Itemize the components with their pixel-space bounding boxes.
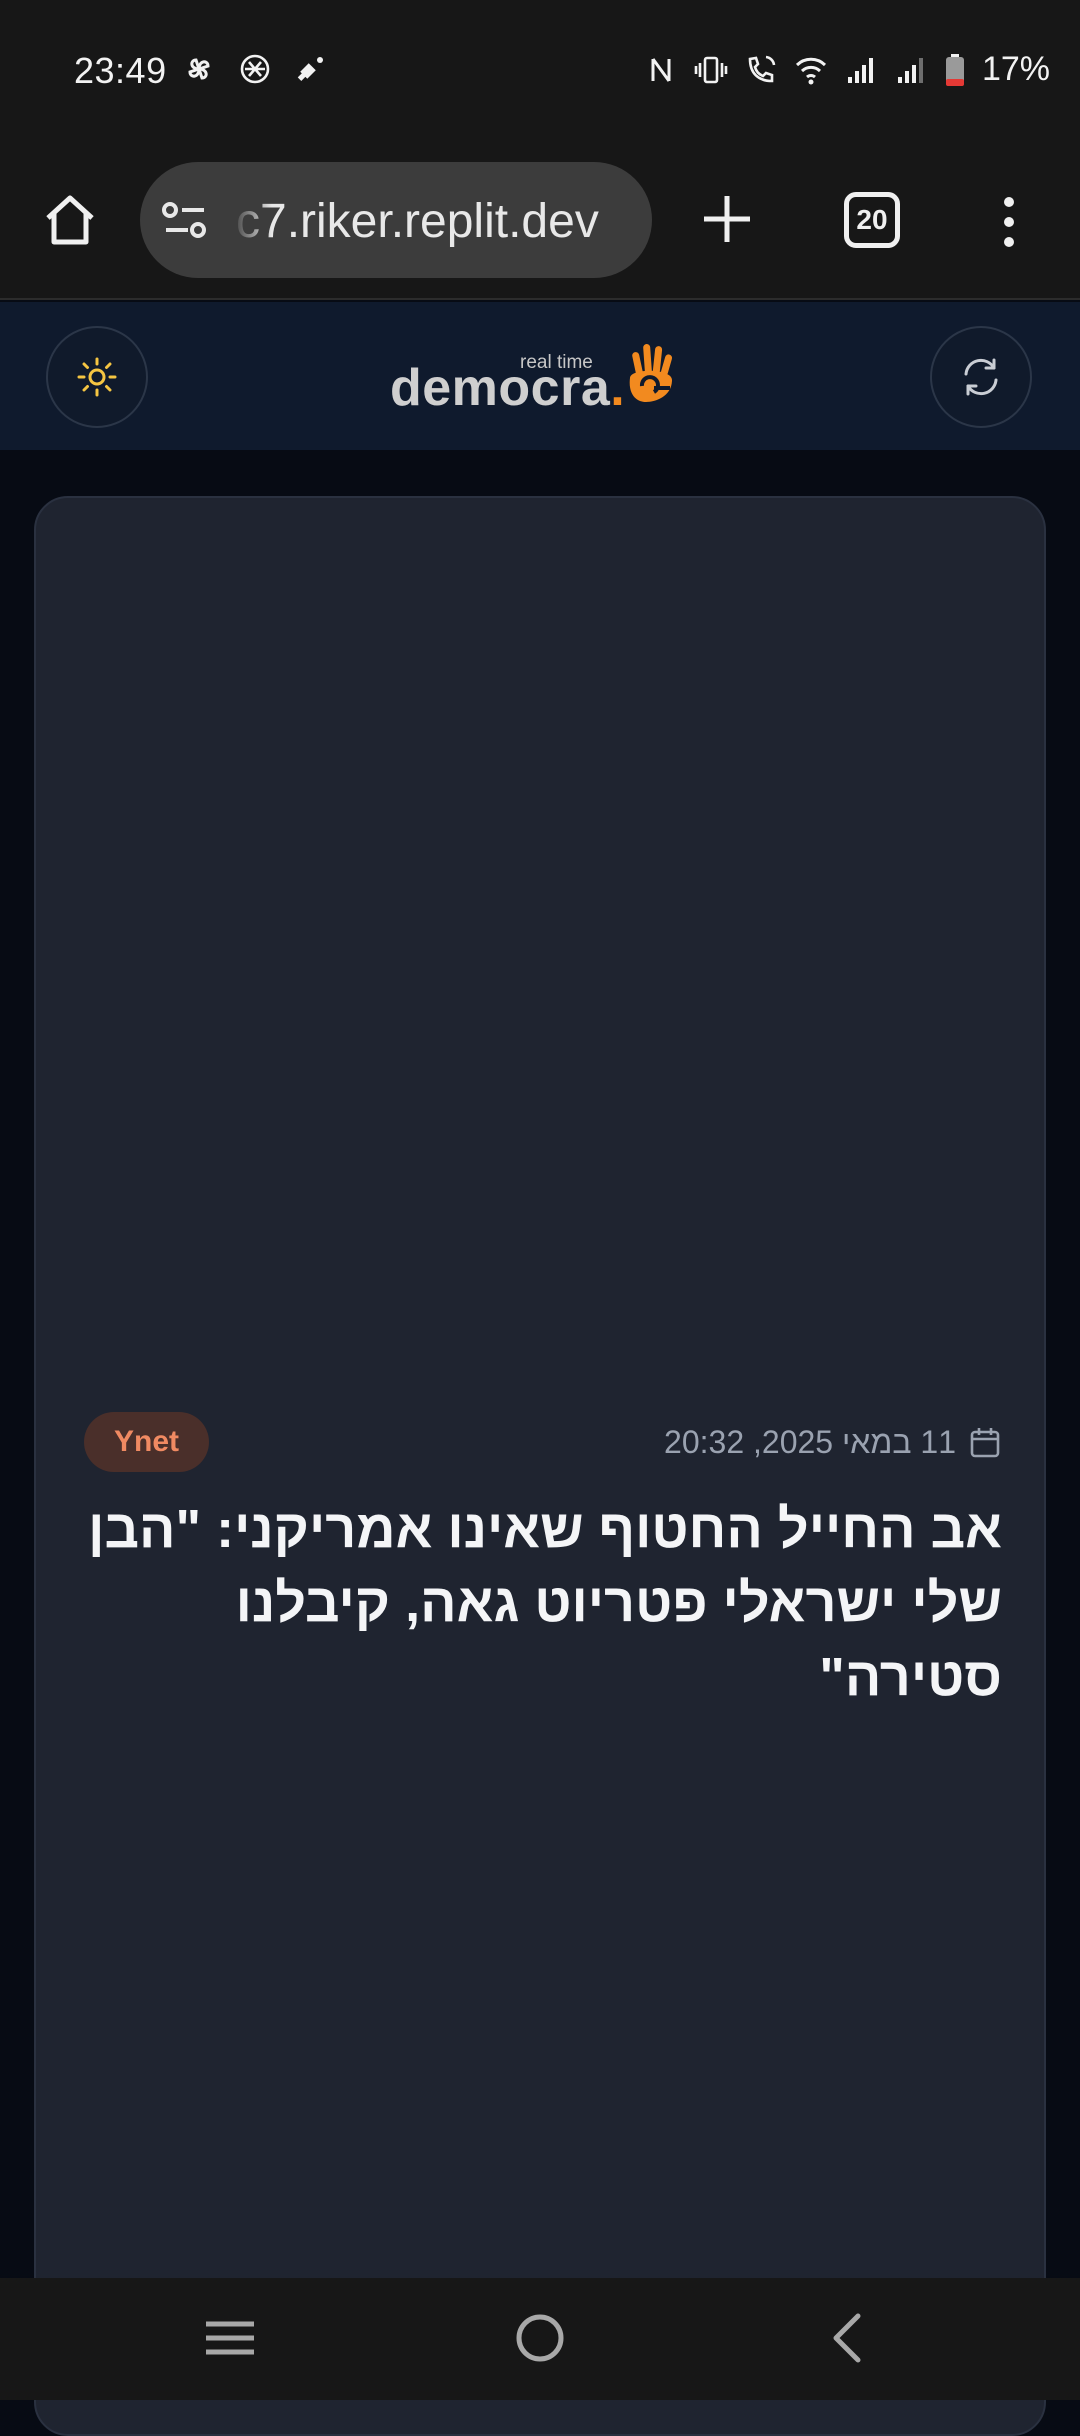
- signal-icon: [847, 57, 873, 83]
- system-nav-bar: [0, 2278, 1080, 2400]
- status-bar: 23:49 17%: [0, 0, 1080, 148]
- browser-toolbar: c7.riker.replit.dev 20: [0, 148, 1080, 300]
- system-icons: 17%: [644, 50, 1050, 89]
- back-icon[interactable]: [820, 2308, 880, 2368]
- refresh-icon: [964, 358, 998, 396]
- home-icon[interactable]: [40, 190, 100, 250]
- article-headline[interactable]: אב החייל החטוף שאינו אמריקני: "הבן שלי י…: [84, 1492, 1002, 1714]
- openai-icon: [240, 54, 270, 84]
- date-text: 11 במאי 2025, 20:32: [664, 1424, 956, 1460]
- signal-icon: [897, 57, 923, 83]
- hand-logo-icon: [629, 343, 673, 402]
- recents-icon[interactable]: [200, 2308, 260, 2368]
- theme-toggle-button[interactable]: [46, 326, 148, 428]
- new-tab-icon[interactable]: [698, 190, 756, 248]
- home-nav-icon[interactable]: [510, 2308, 570, 2368]
- wifi-icon: [795, 57, 826, 84]
- satellite-icon: [297, 57, 323, 81]
- logo-wordmark: democra: [390, 359, 611, 417]
- sun-icon: [77, 357, 117, 397]
- site-settings-icon[interactable]: [160, 198, 210, 242]
- tab-switcher-button[interactable]: 20: [844, 192, 900, 248]
- app-logo: real time democra.: [390, 338, 680, 418]
- battery-percent: 17%: [981, 50, 1050, 88]
- article-card[interactable]: Ynet 11 במאי 2025, 20:32 אב החייל החטוף …: [34, 496, 1046, 2436]
- notification-icons: [182, 52, 328, 86]
- url-text: c7.riker.replit.dev: [236, 195, 599, 248]
- calendar-icon: [970, 1427, 1000, 1457]
- refresh-button[interactable]: [930, 326, 1032, 428]
- article-meta: Ynet 11 במאי 2025, 20:32: [84, 1412, 1002, 1474]
- battery-icon: [945, 53, 964, 86]
- more-menu-icon[interactable]: [994, 192, 1024, 252]
- status-time: 23:49: [74, 50, 167, 91]
- app-header: real time democra.: [0, 302, 1080, 450]
- nfc-icon: [651, 57, 671, 82]
- wifi-call-icon: [748, 55, 776, 82]
- source-badge[interactable]: Ynet: [84, 1412, 210, 1472]
- vibrate-icon: [694, 56, 728, 83]
- pinwheel-icon: [188, 58, 210, 80]
- address-bar[interactable]: c7.riker.replit.dev: [140, 162, 652, 278]
- article-date: 11 במאי 2025, 20:32: [664, 1424, 1002, 1461]
